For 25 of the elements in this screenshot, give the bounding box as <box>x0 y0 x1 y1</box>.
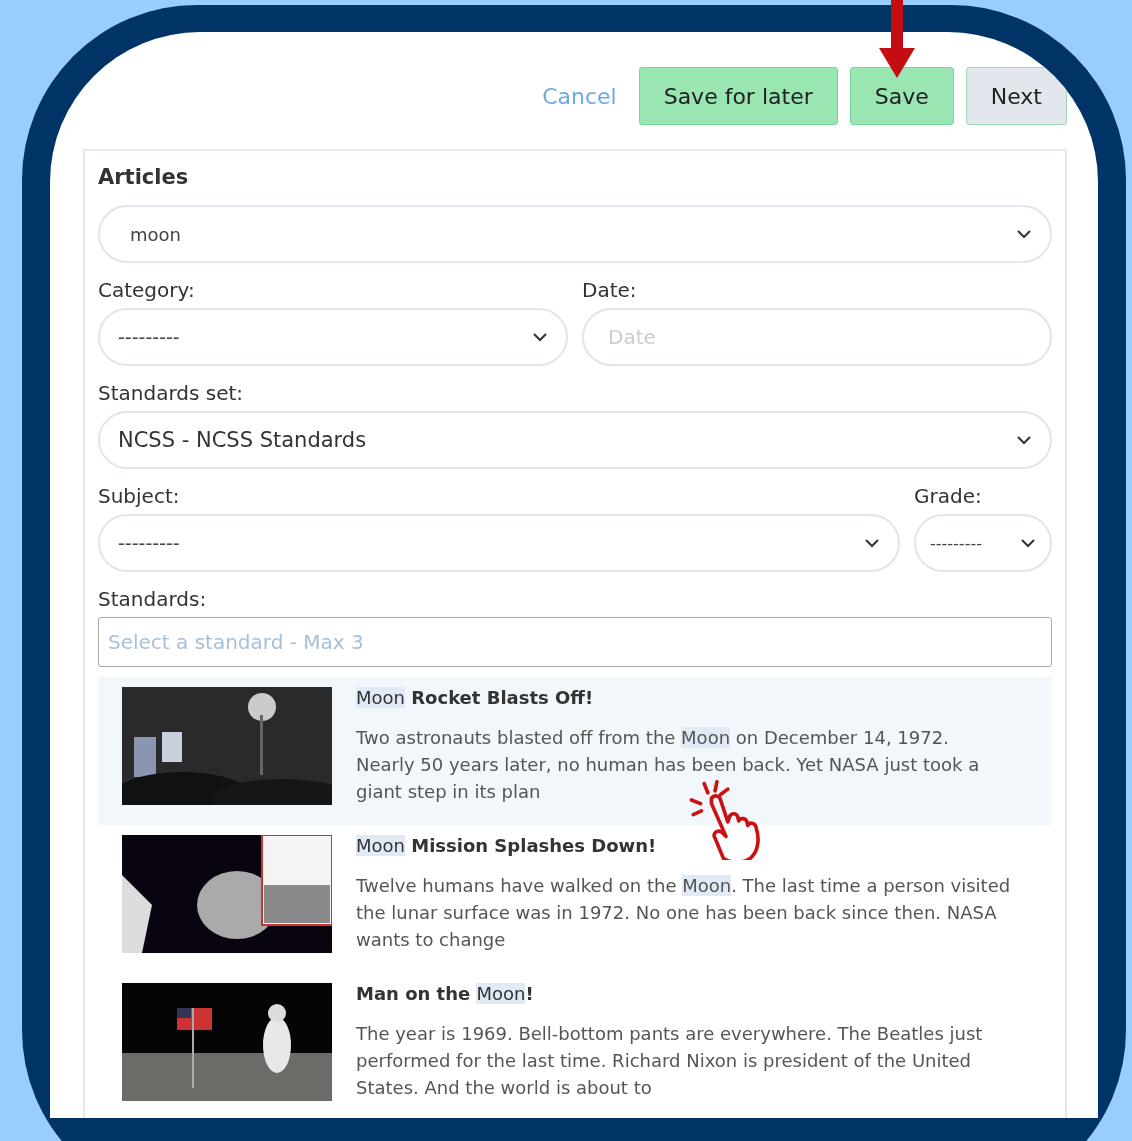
article-item[interactable]: Moon Mission Splashes Down! Twelve humans have walked on the Moon. The last time a person visited the lunar surface was in 1972. No one has been back since then. NASA wants to change <box>98 825 1052 973</box>
article-item[interactable]: Man on the Moon! The year is 1969. Bell-bottom pants are everywhere. The Beatles just performed for the last time. Richard Nixon is president of the United States. And the world is about to <box>98 973 1052 1118</box>
field-label: Subject: <box>98 484 181 508</box>
article-item[interactable]: Moon Rocket Blasts Off! Two astronauts blasted off from the Moon on December 14, 1972. Nearly 50 years later, no human has been back. Yet NASA just took a giant step in its plan <box>98 677 1052 825</box>
grade-dropdown[interactable]: --------- <box>914 514 1052 572</box>
field-label: Date: <box>582 278 638 302</box>
article-title: Moon Mission Splashes Down! <box>356 835 658 856</box>
standards-field[interactable]: Select a standard - Max 3 <box>98 617 1052 667</box>
save-button[interactable]: Save <box>849 67 954 125</box>
standards-set-dropdown[interactable]: NCSS - NCSS Standards <box>98 411 1052 469</box>
field-label: Standards set: <box>98 381 245 405</box>
save-for-later-button[interactable]: Save for later <box>638 67 838 125</box>
article-summary: Two astronauts blasted off from the Moon on December 14, 1972. Nearly 50 years later, no human has been back. Yet NASA just took a giant step in its plan <box>356 726 981 804</box>
category-dropdown[interactable]: --------- <box>98 308 568 366</box>
article-title: Moon Rocket Blasts Off! <box>356 687 595 708</box>
article-search-dropdown[interactable]: moon <box>98 205 1052 263</box>
section-title: Articles <box>98 165 190 189</box>
article-summary: Twelve humans have walked on the Moon. The last time a person visited the lunar surface was in 1972. No one has been back since then. NASA wants to change <box>356 874 1012 952</box>
subject-dropdown[interactable]: --------- <box>98 514 900 572</box>
field-label: Grade: <box>914 484 983 508</box>
next-button[interactable]: Next <box>965 67 1067 125</box>
article-title: Man on the Moon! <box>356 983 535 1004</box>
article-summary: The year is 1969. Bell-bottom pants are everywhere. The Beatles just performed for the last time. Richard Nixon is president of the United States. And the world is about to <box>356 1022 984 1100</box>
field-label: Standards: <box>98 587 208 611</box>
field-label: Category: <box>98 278 196 302</box>
